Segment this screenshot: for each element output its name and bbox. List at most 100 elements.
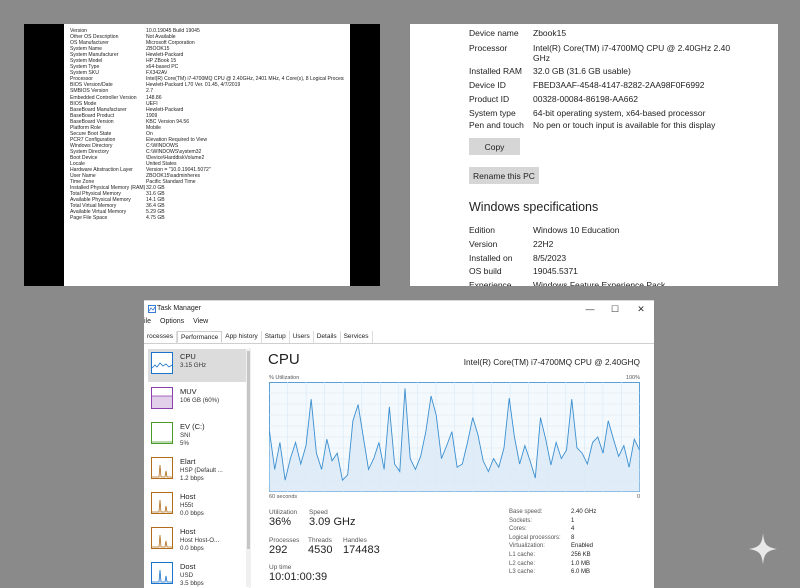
device-spec-value[interactable]: Zbook15 — [533, 28, 733, 38]
cpu-spec-label: Base speed: — [509, 509, 543, 515]
stat-speed: Speed 3.09 GHz — [309, 509, 355, 528]
cpu-spec-label: Sockets: — [509, 517, 533, 524]
sidebar-item-elart[interactable]: Elart HSP (Default ... 1.2 bbps — [148, 454, 246, 487]
cpu-spec-label: Cores: — [509, 526, 527, 533]
cpu-spec-value: 2.40 GHz — [571, 509, 597, 515]
uptime-label: Up time — [269, 564, 292, 571]
sparkle-icon — [749, 533, 777, 565]
cpu-graph-icon — [151, 352, 173, 374]
windows-spec-label: OS build — [469, 266, 502, 276]
menu-options[interactable]: Options — [160, 318, 184, 330]
windows-spec-value[interactable]: Windows 10 Education — [533, 225, 733, 235]
stat-utilization: Utilization 36% — [269, 509, 297, 528]
device-spec-value[interactable]: Intel(R) Core(TM) i7-4700MQ CPU @ 2.40GH… — [533, 43, 733, 63]
summary-item-value: 4.75 GB — [146, 215, 165, 222]
sidebar-item-detail: 5% — [180, 440, 189, 447]
device-spec-row: Device ID FBED3AAF-4548-4147-8282-2AA98F0… — [469, 80, 733, 90]
tab-performance[interactable]: Performance — [177, 331, 223, 343]
windows-specifications-heading: Windows specifications — [469, 200, 599, 214]
windows-spec-value[interactable]: Windows Feature Experience Pack 1000.190… — [533, 280, 733, 286]
graph-time-label: 60 seconds — [269, 494, 298, 500]
sidebar-item-ev-c-[interactable]: EV (C:) SNI 5% — [148, 419, 246, 452]
sidebar-item-host[interactable]: Host H55t 0.0 bbps — [148, 489, 246, 522]
maximize-icon[interactable]: ☐ — [608, 303, 622, 315]
stat-uptime: Up time 10:01:00:39 — [269, 564, 327, 583]
device-spec-value[interactable]: 32.0 GB (31.6 GB usable) — [533, 66, 733, 76]
sidebar-item-cpu[interactable]: CPU 3.15 GHz — [148, 349, 246, 382]
memory-graph-icon — [151, 387, 173, 409]
speed-value: 3.09 GHz — [309, 516, 356, 528]
windows-spec-row: Experience Windows Feature Experience Pac… — [469, 280, 733, 286]
tab-processes[interactable]: rocesses — [144, 331, 178, 343]
sidebar-item-detail: HSP (Default ... — [180, 467, 223, 474]
scrollbar-thumb[interactable] — [247, 351, 250, 549]
device-spec-value[interactable]: 64-bit operating system, x64-based proce… — [533, 108, 733, 118]
cpu-spec-row: L2 cache: 1.0 MB — [509, 560, 590, 569]
windows-spec-row: Installed on 8/5/2023 — [469, 253, 733, 263]
cpu-spec-row: Base speed: 2.40 GHz — [509, 508, 596, 517]
sidebar-item-detail: H55t — [180, 502, 194, 509]
device-spec-row: System type 64-bit operating system, x64-… — [469, 108, 733, 118]
windows-spec-row: OS build 19045.5371 — [469, 266, 733, 276]
uptime-value: 10:01:00:39 — [269, 571, 328, 583]
close-icon[interactable]: ✕ — [634, 303, 648, 315]
windows-spec-value[interactable]: 19045.5371 — [533, 266, 733, 276]
sidebar-item-dost[interactable]: Dost USD 3.5 bbps — [148, 559, 246, 588]
cpu-heading: CPU — [268, 351, 300, 368]
device-spec-label: Device name — [469, 28, 519, 38]
sidebar-item-name: EV (C:) — [180, 422, 205, 431]
cpu-spec-value: 256 KB — [571, 552, 591, 558]
sidebar-item-detail: Host Host-O... — [180, 537, 220, 544]
tab-details[interactable]: Details — [314, 331, 341, 343]
tab-services[interactable]: Services — [341, 331, 373, 343]
menu-bar: ile Options View — [144, 318, 213, 330]
copy-button[interactable]: Copy — [469, 138, 520, 155]
windows-spec-label: Edition — [469, 225, 495, 235]
about-settings-panel: Device name Zbook15 Processor Intel(R) Core… — [410, 24, 778, 286]
menu-file[interactable]: ile — [144, 318, 151, 330]
device-spec-value[interactable]: 00328-00084-86198-AA662 — [533, 94, 733, 104]
minimize-icon[interactable]: — — [583, 303, 597, 315]
cpu-spec-value: 8 — [571, 534, 575, 541]
device-spec-value[interactable]: No pen or touch input is available for t… — [533, 120, 733, 130]
sidebar-item-host[interactable]: Host Host Host-O... 0.0 bbps — [148, 524, 246, 557]
cpu-spec-row: Virtualization: Enabled — [509, 542, 593, 551]
cpu-model-name: Intel(R) Core(TM) i7-4700MQ CPU @ 2.40GH… — [463, 357, 640, 367]
device-spec-label: Pen and touch — [469, 120, 524, 130]
device-spec-label: Product ID — [469, 94, 510, 104]
sidebar-item-muv[interactable]: MUV 106 GB (60%) — [148, 384, 246, 417]
summary-item-value: Hewlett-Packard L70 Ver. 01.45, 4/7/2019 — [146, 82, 241, 89]
sidebar-item-detail: 3.5 bbps — [180, 580, 204, 587]
sidebar-item-detail: 0.0 bbps — [180, 510, 204, 517]
handles-label: Handles — [343, 537, 367, 544]
cpu-detail-pane: CPU Intel(R) Core(TM) i7-4700MQ CPU @ 2.… — [268, 351, 640, 588]
graph-max-label: 100% — [625, 375, 640, 381]
graph-utilization-label: % Utilization — [269, 375, 300, 381]
stat-handles: Handles 174483 — [343, 537, 380, 556]
summary-row: Page File Space 4.75 GB — [70, 215, 344, 221]
windows-spec-row: Version 22H2 — [469, 239, 733, 249]
windows-spec-value[interactable]: 8/5/2023 — [533, 253, 733, 263]
title-bar[interactable]: Task Manager — ☐ ✕ — [144, 301, 654, 317]
handles-value: 174483 — [343, 544, 380, 556]
tab-users[interactable]: Users — [290, 331, 314, 343]
cpu-spec-value: 4 — [571, 526, 575, 533]
device-spec-row: Device name Zbook15 — [469, 28, 733, 38]
device-spec-row: Processor Intel(R) Core(TM) i7-4700MQ CPU… — [469, 43, 733, 63]
menu-view[interactable]: View — [193, 318, 208, 330]
speed-label: Speed — [309, 509, 328, 516]
sidebar-scrollbar[interactable] — [246, 349, 251, 587]
tab-startup[interactable]: Startup — [262, 331, 290, 343]
device-spec-value[interactable]: FBED3AAF-4548-4147-8282-2AA98F0F6992 — [533, 80, 733, 90]
cpu-spec-value: 6.0 MB — [571, 569, 591, 576]
cpu-spec-label: Logical processors: — [509, 534, 561, 541]
tab-app-history[interactable]: App history — [222, 331, 262, 343]
sidebar-item-detail: SNI — [180, 432, 191, 439]
rename-pc-button[interactable]: Rename this PC — [469, 167, 539, 184]
cpu-spec-row: Sockets: 1 — [509, 517, 574, 526]
processes-label: Processes — [269, 537, 300, 544]
device-spec-label: System type — [469, 108, 516, 118]
windows-spec-row: Edition Windows 10 Education — [469, 225, 733, 235]
cpu-spec-label: L2 cache: — [509, 560, 536, 567]
windows-spec-value[interactable]: 22H2 — [533, 239, 733, 249]
